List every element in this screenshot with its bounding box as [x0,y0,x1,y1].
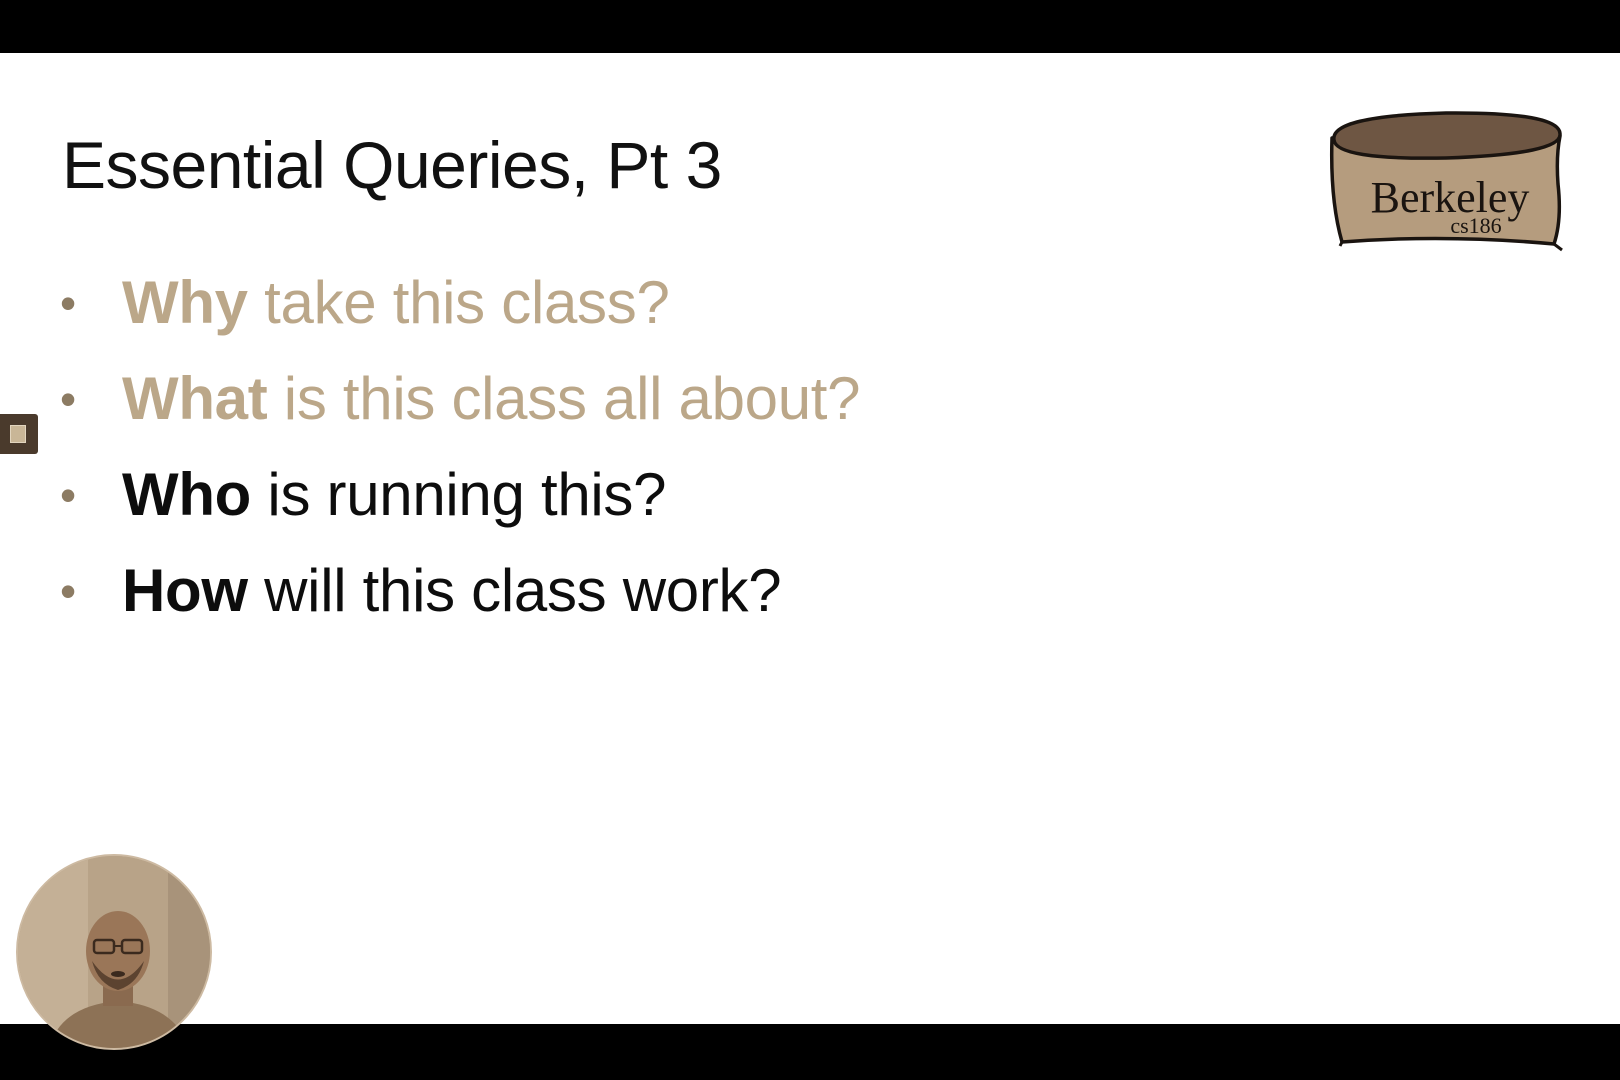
bullet-dot-icon: • [60,565,77,617]
presenter-avatar-icon [18,856,210,1048]
bullet-dot-icon: • [60,277,77,329]
bullet-dot-icon: • [60,373,77,425]
bullet-rest: is running this? [251,461,667,528]
bullet-text: Why take this class? [122,271,670,335]
bullet-dot-icon: • [60,469,77,521]
letterbox-bottom-bar [0,1024,1620,1080]
berkeley-cs186-logo: Berkeley cs186 [1329,111,1563,252]
bullet-text: What is this class all about? [122,365,861,432]
logo-course: cs186 [1450,213,1501,238]
bullet-keyword: Why [122,269,248,336]
bullet-keyword: What [122,365,268,432]
slide-navigator-handle[interactable] [0,414,38,454]
bullet-text: Who is running this? [122,463,666,527]
logo-pot-top [1332,111,1562,160]
letterbox-top-bar [0,0,1620,53]
bullet-rest: will this class work? [247,557,782,624]
bullet-rest: take this class? [247,269,670,336]
bullet-text: How will this class work? [122,557,782,624]
presenter-webcam[interactable] [16,854,212,1050]
bullet-keyword: How [122,557,248,624]
bullet-keyword: Who [122,461,252,528]
slide-title: Essential Queries, Pt 3 [62,128,722,202]
bullet-rest: is this class all about? [267,365,861,432]
slide-navigator-handle-icon [10,425,26,443]
presentation-slide: Essential Queries, Pt 3 Berkeley cs186 •… [0,53,1620,1024]
